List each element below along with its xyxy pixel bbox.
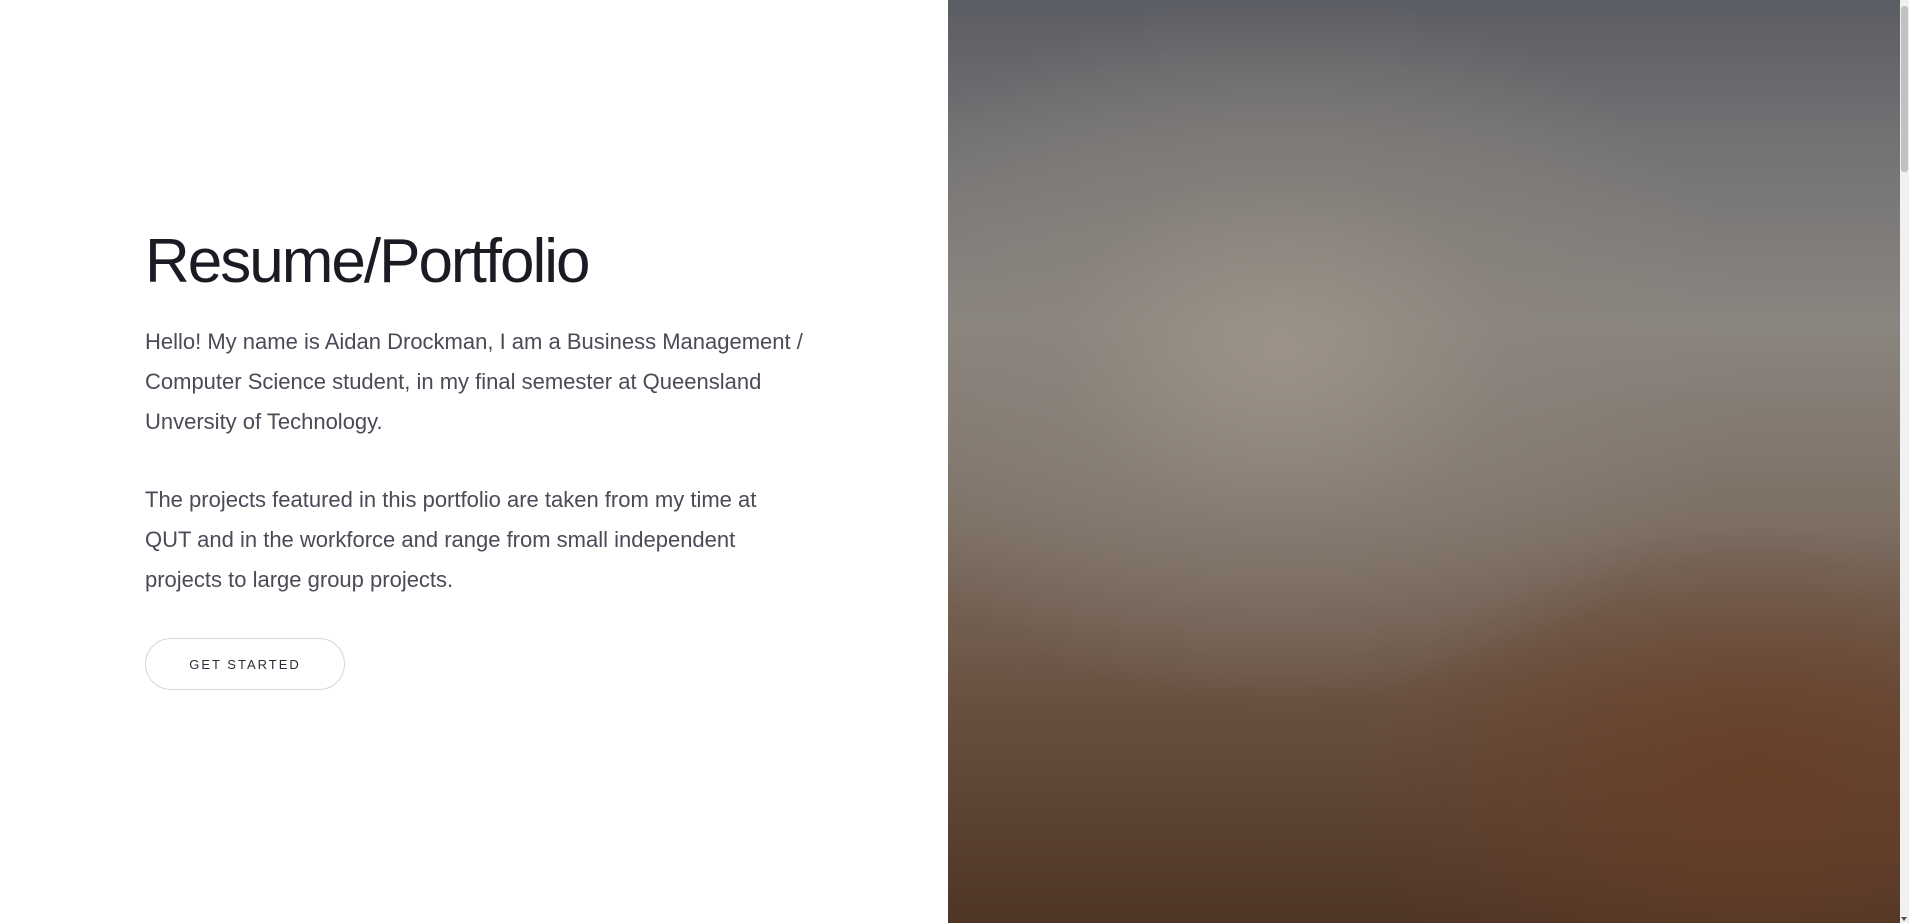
page: Resume/Portfolio Hello! My name is Aidan… <box>0 0 1909 923</box>
hero-content: Resume/Portfolio Hello! My name is Aidan… <box>145 226 805 690</box>
projects-paragraph: The projects featured in this portfolio … <box>145 487 757 592</box>
scrollbar-thumb[interactable] <box>1901 6 1908 172</box>
hero-section: Resume/Portfolio Hello! My name is Aidan… <box>0 0 948 923</box>
hero-image <box>948 0 1900 923</box>
scroll-down-arrow-icon[interactable] <box>1901 917 1907 921</box>
page-title: Resume/Portfolio <box>145 227 591 296</box>
vertical-scrollbar[interactable] <box>1900 0 1909 923</box>
get-started-button[interactable]: GET STARTED <box>145 638 345 690</box>
intro-paragraph: Hello! My name is Aidan Drockman, I am a… <box>145 329 803 434</box>
